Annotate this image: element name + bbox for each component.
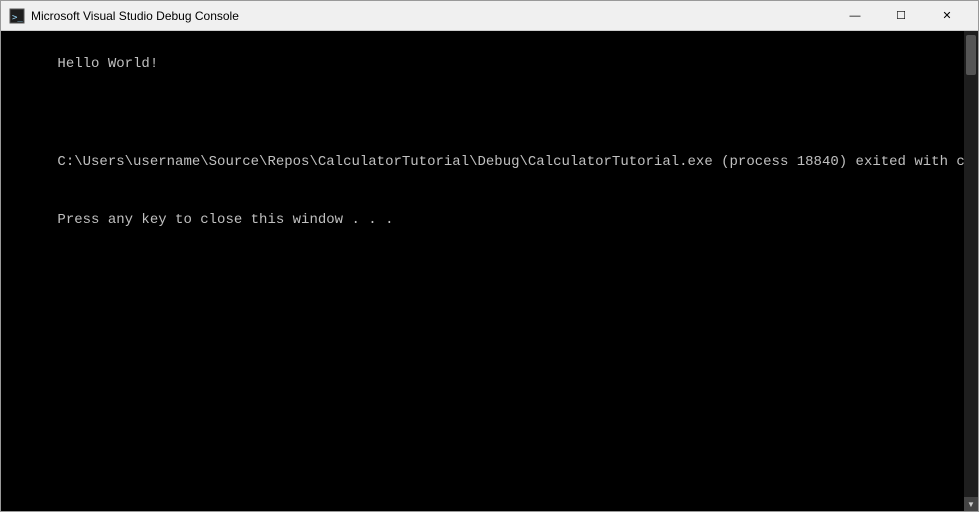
output-line-1: Hello World! — [57, 56, 158, 72]
app-icon: >_ — [9, 8, 25, 24]
scrollbar[interactable]: ▼ — [964, 31, 978, 511]
output-line-4: Press any key to close this window . . . — [57, 212, 393, 228]
minimize-button[interactable]: — — [832, 1, 878, 31]
scrollbar-thumb[interactable] — [966, 35, 976, 75]
scrollbar-down-button[interactable]: ▼ — [964, 497, 978, 511]
console-area: Hello World! C:\Users\username\Source\Re… — [1, 31, 978, 511]
title-bar: >_ Microsoft Visual Studio Debug Console… — [1, 1, 978, 31]
close-button[interactable]: ✕ — [924, 1, 970, 31]
svg-text:>_: >_ — [12, 13, 23, 23]
console-output: Hello World! C:\Users\username\Source\Re… — [7, 35, 972, 251]
window-controls: — ☐ ✕ — [832, 1, 970, 31]
window-title: Microsoft Visual Studio Debug Console — [31, 9, 832, 23]
maximize-button[interactable]: ☐ — [878, 1, 924, 31]
window: >_ Microsoft Visual Studio Debug Console… — [0, 0, 979, 512]
output-line-3: C:\Users\username\Source\Repos\Calculato… — [57, 154, 978, 170]
